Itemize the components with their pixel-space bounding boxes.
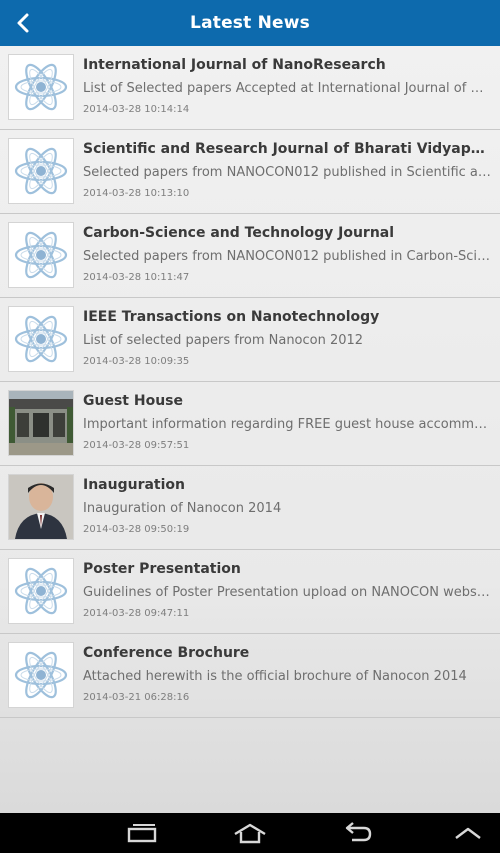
atom-logo-thumbnail: [8, 306, 74, 372]
news-item[interactable]: International Journal of NanoResearch Li…: [0, 46, 500, 130]
atom-logo-thumbnail: [8, 558, 74, 624]
news-title: IEEE Transactions on Nanotechnology: [83, 309, 380, 325]
news-title: International Journal of NanoResearch: [83, 57, 386, 73]
news-timestamp: 2014-03-28 10:13:10: [83, 188, 190, 199]
news-item[interactable]: Inauguration Inauguration of Nanocon 201…: [0, 466, 500, 550]
back-icon: [345, 822, 372, 842]
news-timestamp: 2014-03-28 09:47:11: [83, 608, 190, 619]
news-summary: List of selected papers from Nanocon 201…: [83, 333, 364, 348]
news-item[interactable]: Scientific and Research Journal of Bhara…: [0, 130, 500, 214]
chevron-up-icon: [455, 827, 481, 839]
news-summary: Attached herewith is the official brochu…: [83, 669, 467, 684]
news-list[interactable]: International Journal of NanoResearch Li…: [0, 46, 500, 813]
app-bar: Latest News: [0, 0, 500, 47]
nav-back-button[interactable]: [328, 813, 388, 853]
news-summary: Inauguration of Nanocon 2014: [83, 501, 282, 516]
news-timestamp: 2014-03-28 10:09:35: [83, 356, 190, 367]
news-summary: Important information regarding FREE gue…: [83, 417, 492, 432]
building-photo-thumbnail: [8, 390, 74, 456]
news-item[interactable]: Poster Presentation Guidelines of Poster…: [0, 550, 500, 634]
atom-logo-thumbnail: [8, 642, 74, 708]
news-summary: Selected papers from NANOCON012 publishe…: [83, 249, 492, 264]
news-title: Inauguration: [83, 477, 186, 493]
news-timestamp: 2014-03-28 10:11:47: [83, 272, 190, 283]
news-summary: List of Selected papers Accepted at Inte…: [83, 81, 492, 96]
news-title: Scientific and Research Journal of Bhara…: [83, 141, 492, 157]
home-button[interactable]: [220, 813, 280, 853]
page-title: Latest News: [190, 13, 310, 33]
news-item[interactable]: IEEE Transactions on Nanotechnology List…: [0, 298, 500, 382]
recent-apps-button[interactable]: [112, 813, 172, 853]
atom-logo-thumbnail: [8, 222, 74, 288]
home-icon: [234, 823, 266, 844]
person-photo-thumbnail: [8, 474, 74, 540]
news-title: Conference Brochure: [83, 645, 250, 661]
news-timestamp: 2014-03-28 09:50:19: [83, 524, 190, 535]
menu-up-button[interactable]: [438, 813, 498, 853]
news-timestamp: 2014-03-28 09:57:51: [83, 440, 190, 451]
news-timestamp: 2014-03-21 06:28:16: [83, 692, 190, 703]
news-title: Guest House: [83, 393, 183, 409]
system-navigation-bar: [0, 813, 500, 853]
atom-logo-thumbnail: [8, 138, 74, 204]
news-item[interactable]: Carbon-Science and Technology Journal Se…: [0, 214, 500, 298]
news-summary: Guidelines of Poster Presentation upload…: [83, 585, 492, 600]
news-title: Carbon-Science and Technology Journal: [83, 225, 395, 241]
recent-apps-icon: [127, 824, 157, 843]
news-summary: Selected papers from NANOCON012 publishe…: [83, 165, 492, 180]
news-item[interactable]: Conference Brochure Attached herewith is…: [0, 634, 500, 718]
news-item[interactable]: Guest House Important information regard…: [0, 382, 500, 466]
news-timestamp: 2014-03-28 10:14:14: [83, 104, 190, 115]
atom-logo-thumbnail: [8, 54, 74, 120]
news-title: Poster Presentation: [83, 561, 241, 577]
